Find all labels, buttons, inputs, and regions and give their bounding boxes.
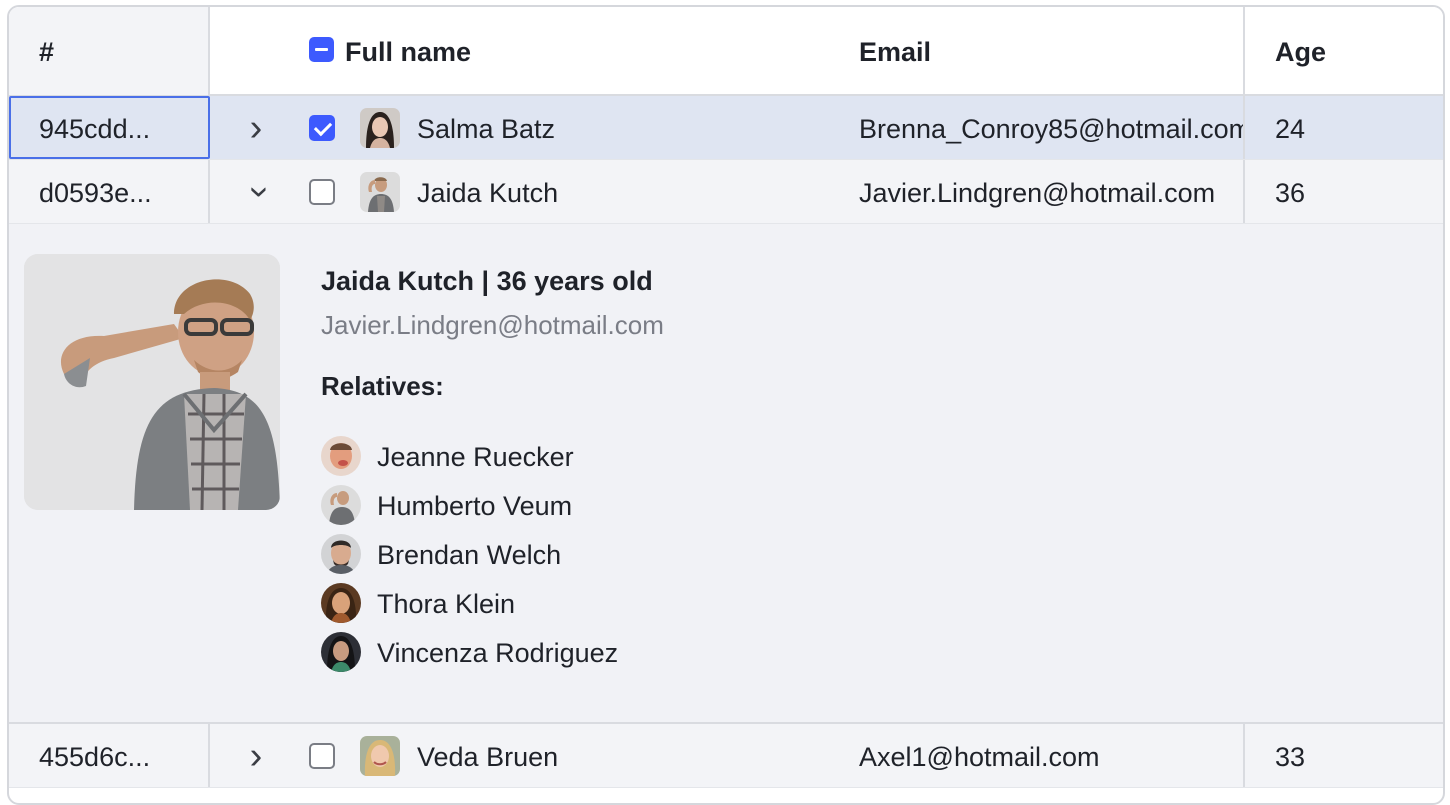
row-id: 945cdd... <box>39 114 151 144</box>
header-id-column[interactable]: # <box>9 7 210 95</box>
woman-portrait-icon <box>360 736 400 776</box>
row-detail-panel: Jaida Kutch | 36 years old Javier.Lindgr… <box>9 224 1443 724</box>
woman-portrait-icon <box>321 632 361 672</box>
avatar <box>321 583 361 623</box>
id-cell[interactable]: d0593e... <box>9 160 210 223</box>
header-age-column[interactable]: Age <box>1243 7 1443 95</box>
column-divider <box>1243 724 1245 787</box>
data-grid: # Full name Email Age 945cdd... Salma Ba… <box>7 5 1445 805</box>
avatar <box>360 736 400 776</box>
row-id: d0593e... <box>39 178 152 208</box>
man-portrait-icon <box>321 534 361 574</box>
row-id: 455d6c... <box>39 742 151 772</box>
relative-item: Vincenza Rodriguez <box>321 632 821 672</box>
avatar <box>321 534 361 574</box>
relative-name: Vincenza Rodriguez <box>377 638 619 668</box>
avatar <box>360 172 400 212</box>
man-portrait-icon <box>360 172 400 212</box>
row-email: Brenna_Conroy85@hotmail.com <box>859 114 1243 144</box>
expand-chevron-down-icon[interactable] <box>241 172 271 212</box>
header-full-name-label[interactable]: Full name <box>345 37 471 68</box>
relative-item: Humberto Veum <box>321 485 821 525</box>
relative-name: Jeanne Ruecker <box>377 442 574 472</box>
row-age: 36 <box>1275 178 1306 208</box>
avatar <box>321 436 361 476</box>
man-portrait-icon <box>321 485 361 525</box>
header-age-label: Age <box>1275 37 1327 67</box>
row-full-name: Veda Bruen <box>417 742 559 772</box>
id-cell-focused[interactable]: 945cdd... <box>9 96 210 159</box>
woman-portrait-icon <box>360 108 400 148</box>
column-divider <box>1243 96 1245 159</box>
row-checkbox-checked[interactable] <box>309 115 335 141</box>
expand-chevron-right-icon[interactable] <box>241 108 271 148</box>
row-checkbox[interactable] <box>309 179 335 205</box>
column-divider <box>1243 160 1245 223</box>
row-email: Axel1@hotmail.com <box>859 742 1100 772</box>
grid-header: # Full name Email Age <box>9 7 1443 96</box>
relative-item: Thora Klein <box>321 583 821 623</box>
relative-name: Humberto Veum <box>377 491 573 521</box>
row-age: 24 <box>1275 114 1306 144</box>
table-row[interactable]: d0593e... Jaida Kutch Javier.Lindgren@ho… <box>9 160 1443 224</box>
header-id-label: # <box>39 37 55 67</box>
detail-photo <box>24 254 280 510</box>
row-full-name: Jaida Kutch <box>417 178 559 208</box>
row-age: 33 <box>1275 742 1306 772</box>
expand-chevron-right-icon[interactable] <box>241 736 271 776</box>
woman-portrait-icon <box>321 583 361 623</box>
avatar <box>321 632 361 672</box>
header-email-label[interactable]: Email <box>859 37 931 68</box>
man-portrait-icon <box>24 254 280 510</box>
man-portrait-icon <box>321 436 361 476</box>
relative-name: Thora Klein <box>377 589 516 619</box>
detail-title: Jaida Kutch | 36 years old <box>321 266 653 296</box>
row-full-name: Salma Batz <box>417 114 556 144</box>
relative-item: Jeanne Ruecker <box>321 436 821 476</box>
relative-item: Brendan Welch <box>321 534 821 574</box>
avatar <box>321 485 361 525</box>
relative-name: Brendan Welch <box>377 540 562 570</box>
table-row[interactable]: 945cdd... Salma Batz Brenna_Conroy85@hot… <box>9 96 1443 160</box>
select-all-checkbox[interactable] <box>309 37 334 62</box>
row-checkbox[interactable] <box>309 743 335 769</box>
row-email: Javier.Lindgren@hotmail.com <box>859 178 1216 208</box>
table-row[interactable]: 455d6c... Veda Bruen Axel1@hotmail.com 3… <box>9 724 1443 788</box>
relatives-label: Relatives: <box>321 371 444 401</box>
avatar <box>360 108 400 148</box>
id-cell[interactable]: 455d6c... <box>9 724 210 787</box>
detail-email: Javier.Lindgren@hotmail.com <box>321 310 664 340</box>
